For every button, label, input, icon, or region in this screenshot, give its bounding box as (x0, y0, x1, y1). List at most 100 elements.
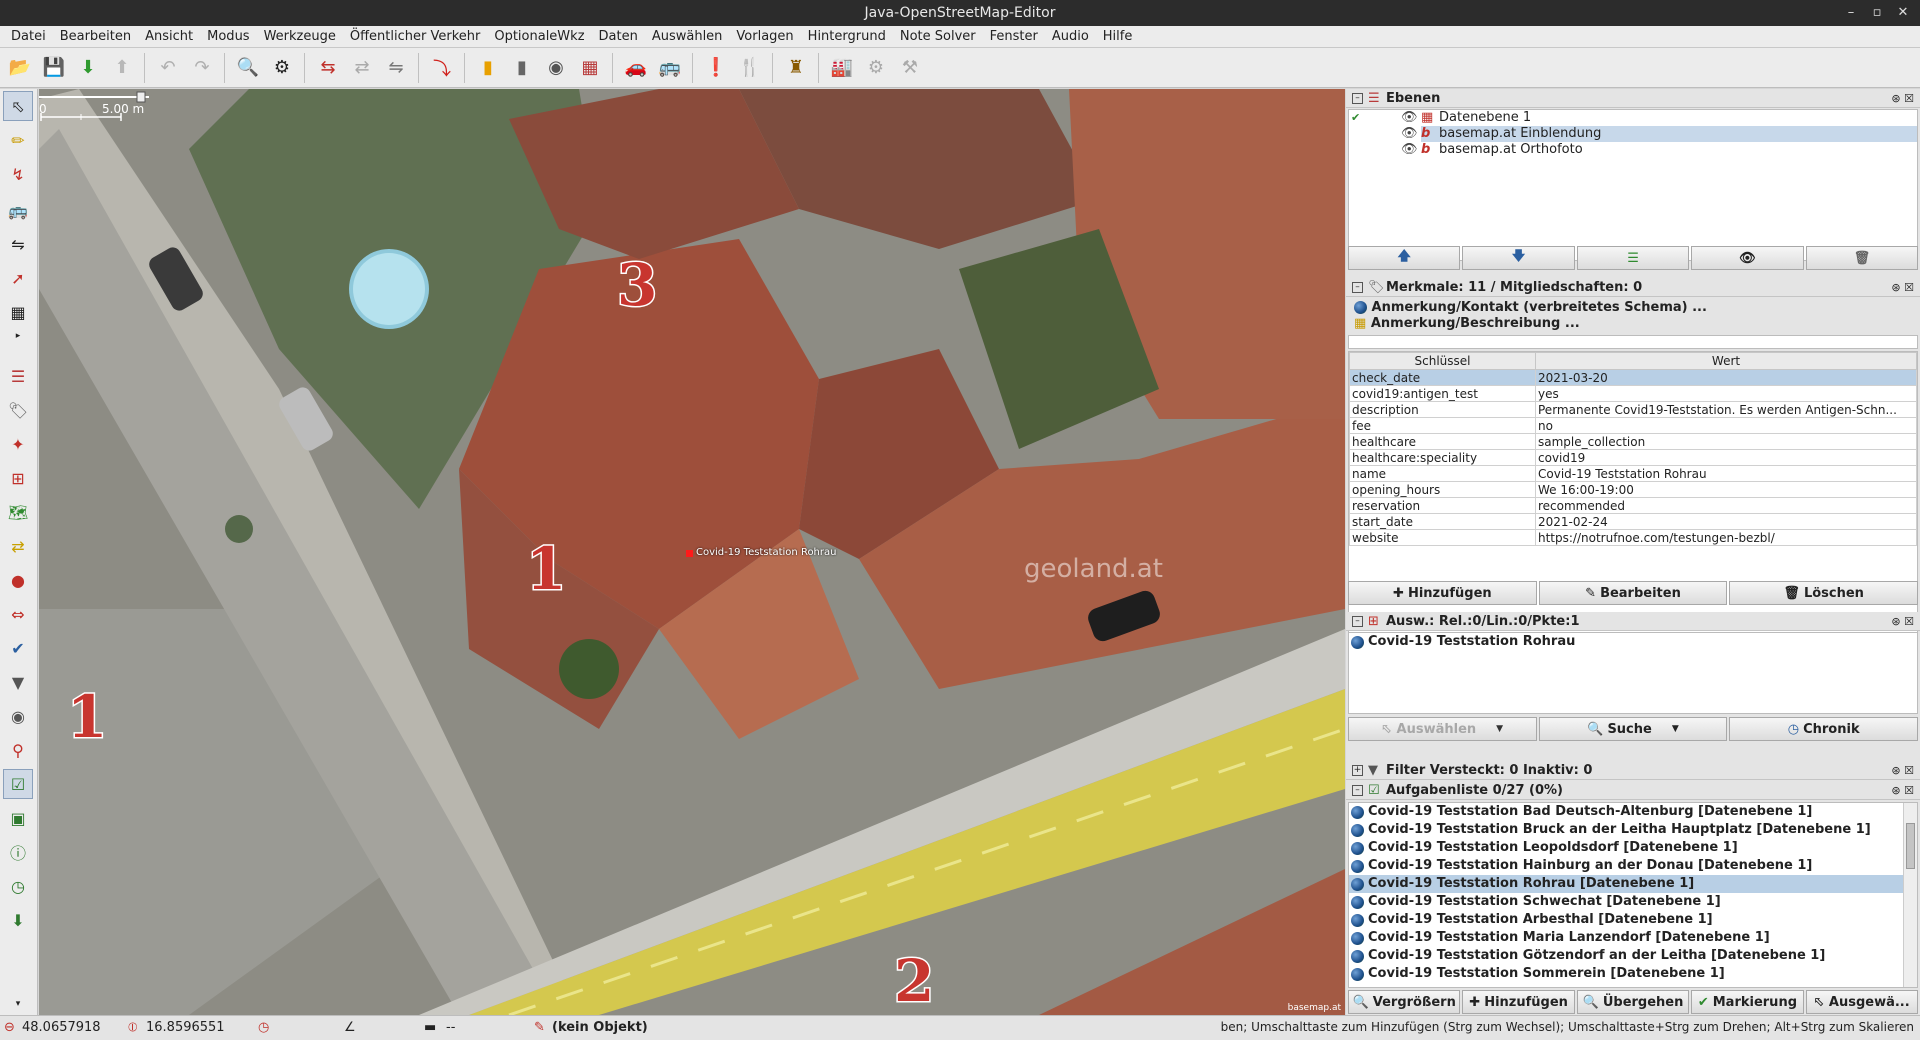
traffic-light-icon[interactable]: ◉ (540, 52, 572, 84)
todo-item[interactable]: Covid-19 Teststation Hainburg an der Don… (1349, 857, 1917, 875)
upload-icon[interactable]: ⬆ (106, 52, 138, 84)
todo-item[interactable]: Covid-19 Teststation Götzendorf an der L… (1349, 947, 1917, 965)
menu-auswaehlen[interactable]: Auswählen (645, 29, 730, 44)
edit-tag-button[interactable]: ✎ Bearbeiten (1538, 581, 1728, 605)
warning-icon[interactable]: ❗ (700, 52, 732, 84)
panel-controls-icon[interactable]: ⊛ ☒ (1891, 761, 1914, 780)
split-way-icon[interactable]: ⇆ (312, 52, 344, 84)
tags-panel-header[interactable]: – 🏷 Merkmale: 11 / Mitgliedschaften: 0 ⊛… (1346, 278, 1920, 297)
selection-panel-header[interactable]: – ⊞ Ausw.: Rel.:0/Lin.:0/Pkte:1 ⊛ ☒ (1346, 612, 1920, 631)
layers-panel-header[interactable]: – ☰ Ebenen ⊛ ☒ (1346, 89, 1920, 108)
eye-icon[interactable]: 👁 (1401, 142, 1418, 158)
expand-arrow-icon[interactable]: ▸ (3, 321, 33, 351)
select-button[interactable]: ⬁ Auswählen ▼ (1348, 717, 1537, 741)
menu-ansicht[interactable]: Ansicht (138, 29, 200, 44)
column-key[interactable]: Schlüssel (1349, 352, 1536, 370)
preset-contact[interactable]: Anmerkung/Kontakt (verbreitetes Schema) … (1354, 300, 1707, 315)
menu-bearbeiten[interactable]: Bearbeiten (53, 29, 138, 44)
tag-filter-field[interactable] (1348, 335, 1918, 349)
menu-vorlagen[interactable]: Vorlagen (729, 29, 800, 44)
table-row[interactable]: website https://notrufnoe.com/testungen-b… (1349, 529, 1917, 546)
scrollbar-thumb[interactable] (1906, 823, 1915, 869)
open-file-icon[interactable]: 📂 (4, 52, 36, 84)
todo-item[interactable]: Covid-19 Teststation Leopoldsdorf [Daten… (1349, 839, 1917, 857)
building-icon[interactable]: ▦ (574, 52, 606, 84)
layer-row[interactable]: ✔ 👁 ▦ Datenebene 1 (1349, 110, 1917, 126)
table-row[interactable]: healthcare:speciality covid19 (1349, 449, 1917, 466)
history-button[interactable]: ◷ Chronik (1729, 717, 1919, 741)
line-mode-icon[interactable]: ➚ (3, 263, 33, 293)
panel-controls-icon[interactable]: ⊛ ☒ (1891, 278, 1914, 297)
skip-todo-button[interactable]: 🔍 Übergehen (1576, 990, 1690, 1014)
table-row[interactable]: opening_hours We 16:00-19:00 (1349, 481, 1917, 498)
menu-werkzeuge[interactable]: Werkzeuge (257, 29, 343, 44)
panel-controls-icon[interactable]: ⊛ ☒ (1891, 612, 1914, 631)
imagery-icon[interactable]: ◉ (3, 701, 33, 731)
road-grey-icon[interactable]: ▮ (506, 52, 538, 84)
table-row[interactable]: start_date 2021-02-24 (1349, 513, 1917, 530)
map-view[interactable]: 0 5.00 m Covid-19 Teststation Rohrau 3 1… (39, 89, 1345, 1015)
parallel-mode-icon[interactable]: ⇋ (3, 229, 33, 259)
chevron-down-icon[interactable]: ▼ (1496, 724, 1503, 734)
validation-icon[interactable]: ✔ (3, 633, 33, 663)
menu-modus[interactable]: Modus (200, 29, 256, 44)
tags-icon[interactable]: 🏷 (3, 395, 33, 425)
tool-icon[interactable]: ⚒ (894, 52, 926, 84)
select-mode-icon[interactable]: ⬁ (3, 91, 33, 121)
panel-controls-icon[interactable]: ⊛ ☒ (1891, 781, 1914, 800)
collapse-icon[interactable]: – (1352, 616, 1363, 627)
save-icon[interactable]: 💾 (38, 52, 70, 84)
close-icon[interactable]: ✕ (1890, 0, 1916, 26)
delete-tag-button[interactable]: 🗑 Löschen (1729, 581, 1919, 605)
move-node-icon[interactable]: ⤵ (426, 52, 458, 84)
road-yellow-icon[interactable]: ▮ (472, 52, 504, 84)
add-tag-button[interactable]: ✚ Hinzufügen (1348, 581, 1537, 605)
preferences-icon[interactable]: ⚙ (266, 52, 298, 84)
todo-item[interactable]: Covid-19 Teststation Bruck an der Leitha… (1349, 821, 1917, 839)
table-row[interactable]: name Covid-19 Teststation Rohrau (1349, 465, 1917, 482)
column-value[interactable]: Wert (1535, 352, 1917, 370)
history-icon[interactable]: ◷ (3, 871, 33, 901)
table-row[interactable]: check_date 2021-03-20 (1349, 369, 1917, 386)
bus-mode-icon[interactable]: 🚌 (3, 195, 33, 225)
todo-panel-header[interactable]: – ☑ Aufgabenliste 0/27 (0%) ⊛ ☒ (1346, 781, 1920, 800)
eye-icon[interactable]: 👁 (1401, 110, 1418, 126)
todo-list-icon[interactable]: ☑ (3, 769, 33, 799)
maximize-icon[interactable]: ▫ (1864, 0, 1890, 26)
menu-daten[interactable]: Daten (592, 29, 645, 44)
collapse-icon[interactable]: – (1352, 785, 1363, 796)
todo-item-selected[interactable]: Covid-19 Teststation Rohrau [Datenebene … (1349, 875, 1917, 893)
todo-scrollbar[interactable] (1903, 803, 1917, 987)
pin-icon[interactable]: ⚲ (3, 735, 33, 765)
selection-item[interactable]: Covid-19 Teststation Rohrau (1349, 633, 1917, 651)
table-row[interactable]: healthcare sample_collection (1349, 433, 1917, 450)
layer-row-selected[interactable]: 👁 b basemap.at Einblendung (1401, 126, 1917, 142)
download-icon[interactable]: ⬇ (72, 52, 104, 84)
table-row[interactable]: covid19:antigen_test yes (1349, 385, 1917, 402)
map-icon[interactable]: 🗺 (3, 497, 33, 527)
info-icon[interactable]: ⓘ (3, 837, 33, 867)
expand-icon[interactable]: + (1352, 765, 1363, 776)
chevron-down-icon[interactable]: ▼ (1672, 724, 1679, 734)
add-todo-button[interactable]: ✚ Hinzufügen (1462, 990, 1575, 1014)
delete-layer-button[interactable]: 🗑 (1805, 246, 1919, 270)
settings-gear-icon[interactable]: ⚙ (860, 52, 892, 84)
bus-icon[interactable]: 🚌 (654, 52, 686, 84)
todo-item[interactable]: Covid-19 Teststation Maria Lanzendorf [D… (1349, 929, 1917, 947)
todo-item[interactable]: Covid-19 Teststation Arbesthal [Datenebe… (1349, 911, 1917, 929)
selection-list-icon[interactable]: ⊞ (3, 463, 33, 493)
move-up-button[interactable]: 🡅 (1348, 246, 1461, 270)
panel-controls-icon[interactable]: ⊛ ☒ (1891, 89, 1914, 108)
selected-todo-button[interactable]: ⬁ Ausgewä... (1805, 990, 1919, 1014)
combine-way-icon[interactable]: ⇄ (346, 52, 378, 84)
draw-mode-icon[interactable]: ✏ (3, 125, 33, 155)
preset-description[interactable]: ▦ Anmerkung/Beschreibung ... (1354, 316, 1580, 331)
filter-icon[interactable]: ▼ (3, 667, 33, 697)
minimize-icon[interactable]: – (1838, 0, 1864, 26)
collapse-icon[interactable]: – (1352, 93, 1363, 104)
menu-fenster[interactable]: Fenster (983, 29, 1045, 44)
redo-icon[interactable]: ↷ (186, 52, 218, 84)
zoom-icon[interactable]: 🔍 (232, 52, 264, 84)
mapillary-icon[interactable]: ● (3, 565, 33, 595)
menu-hintergrund[interactable]: Hintergrund (801, 29, 893, 44)
